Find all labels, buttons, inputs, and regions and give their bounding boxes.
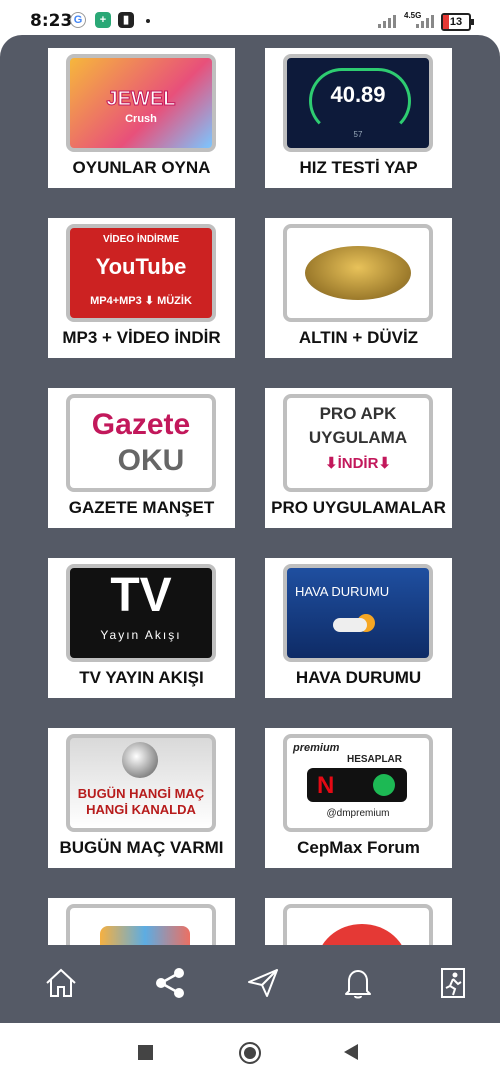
tile-label: HIZ TESTİ YAP xyxy=(299,158,418,177)
thumb-title: VİDEO İNDİRME xyxy=(102,234,180,245)
system-home-button[interactable] xyxy=(239,1042,261,1064)
speed-value: 40.89 xyxy=(330,82,386,107)
tile-label: MP3 + VİDEO İNDİR xyxy=(62,328,221,347)
tile-label: CepMax Forum xyxy=(297,838,420,857)
tv-thumbnail: TV Yayın Akışı xyxy=(66,564,216,662)
tile-hava-durumu[interactable]: HAVA DURUMU HAVA DURUMU xyxy=(265,558,452,698)
tile-partial-right[interactable] xyxy=(265,898,452,945)
tile-label: HAVA DURUMU xyxy=(295,668,422,687)
speedometer-thumbnail: 40.89 57 xyxy=(283,54,433,152)
bottom-nav xyxy=(0,945,500,1023)
tile-cepmax-forum[interactable]: premium HESAPLAR @dmpremium CepMax Forum xyxy=(265,728,452,868)
thumb-subtitle: Yayın Akışı xyxy=(100,628,182,642)
thumb-title: PRO APK xyxy=(319,404,397,423)
thumbnail-art xyxy=(100,926,190,945)
thumb-title: TV xyxy=(110,569,172,622)
thumb-handle: @dmpremium xyxy=(326,808,390,819)
tile-bugun-mac[interactable]: BUGÜN HANGİ MAÇ HANGİ KANALDA BUGÜN MAÇ … xyxy=(48,728,235,868)
thumb-title: premium xyxy=(293,742,340,754)
thumb-subtitle: UYGULAMA xyxy=(308,428,408,447)
thumb-title: Gazete xyxy=(91,408,191,441)
tile-label: GAZETE MANŞET xyxy=(68,498,215,517)
tile-label: TV YAYIN AKIŞI xyxy=(79,668,204,687)
youtube-logo: YouTube xyxy=(95,254,187,279)
tile-label: BUGÜN MAÇ VARMI xyxy=(59,838,224,857)
coins-image xyxy=(305,246,411,300)
google-icon: G xyxy=(70,12,86,28)
signal-icon xyxy=(378,14,400,28)
partial-thumbnail xyxy=(66,904,216,945)
tile-grid: JEWEL Crush OYUNLAR OYNA 40.89 57 HIZ TE… xyxy=(0,35,500,945)
tile-label: ALTIN + DÜVİZ xyxy=(298,328,419,347)
exit-button[interactable] xyxy=(436,965,472,1001)
tile-altin-doviz[interactable]: ALTIN + DÜVİZ xyxy=(265,218,452,358)
recent-apps-button[interactable] xyxy=(138,1045,153,1060)
thumb-subtitle: MP4+MP3 ⬇ MÜZİK xyxy=(90,295,192,307)
share-button[interactable] xyxy=(152,965,188,1001)
cloud-icon xyxy=(333,618,367,632)
tile-label: OYUNLAR OYNA xyxy=(72,158,211,177)
streaming-logos xyxy=(307,768,407,802)
system-nav-bar xyxy=(0,1023,500,1083)
gold-coins-thumbnail xyxy=(283,224,433,322)
tile-hiz-testi[interactable]: 40.89 57 HIZ TESTİ YAP xyxy=(265,48,452,188)
football-thumbnail: BUGÜN HANGİ MAÇ HANGİ KANALDA xyxy=(66,734,216,832)
pro-apk-thumbnail: PRO APK UYGULAMA ⬇İNDİR⬇ xyxy=(283,394,433,492)
bell-icon xyxy=(345,970,371,999)
thumb-subtitle: OKU xyxy=(117,444,185,477)
status-time: 8:23 xyxy=(30,11,73,31)
battery-icon: 13 xyxy=(441,13,474,31)
exit-icon xyxy=(441,968,465,998)
thumb-download: ⬇İNDİR⬇ xyxy=(325,455,391,472)
notifications-button[interactable] xyxy=(340,965,376,1001)
status-bar: 8:23 G + ▮ 4.5G 13 xyxy=(0,0,500,40)
thumb-title: HAVA DURUMU xyxy=(295,584,390,599)
sd-card-icon: ▮ xyxy=(118,12,134,28)
jewel-crush-thumbnail: JEWEL Crush xyxy=(66,54,216,152)
home-button[interactable] xyxy=(43,965,79,1001)
premium-accounts-thumbnail: premium HESAPLAR @dmpremium xyxy=(283,734,433,832)
thumb-title: BUGÜN HANGİ MAÇ xyxy=(77,786,205,801)
main-panel: JEWEL Crush OYUNLAR OYNA 40.89 57 HIZ TE… xyxy=(0,35,500,1023)
more-notifications-icon xyxy=(146,19,150,23)
battery-level: 13 xyxy=(449,16,463,28)
tile-gazete[interactable]: Gazete OKU GAZETE MANŞET xyxy=(48,388,235,528)
send-icon xyxy=(248,969,278,997)
ping-value: 57 xyxy=(353,130,363,139)
partial-thumbnail xyxy=(283,904,433,945)
thumbnail-art xyxy=(317,924,407,945)
signal-icon-2 xyxy=(416,14,438,28)
share-icon xyxy=(156,968,184,998)
football-icon xyxy=(122,742,158,778)
tile-tv-yayin[interactable]: TV Yayın Akışı TV YAYIN AKIŞI xyxy=(48,558,235,698)
send-button[interactable] xyxy=(245,965,281,1001)
thumb-subtitle: HESAPLAR xyxy=(347,754,403,765)
youtube-thumbnail: VİDEO İNDİRME YouTube MP4+MP3 ⬇ MÜZİK xyxy=(66,224,216,322)
back-button[interactable] xyxy=(344,1044,358,1060)
tile-partial-left[interactable] xyxy=(48,898,235,945)
weather-thumbnail: HAVA DURUMU xyxy=(283,564,433,662)
tile-label: PRO UYGULAMALAR xyxy=(271,498,446,517)
tile-mp3-video[interactable]: VİDEO İNDİRME YouTube MP4+MP3 ⬇ MÜZİK MP… xyxy=(48,218,235,358)
thumb-subtitle: Crush xyxy=(125,113,157,125)
tile-oyunlar[interactable]: JEWEL Crush OYUNLAR OYNA xyxy=(48,48,235,188)
thumb-subtitle: HANGİ KANALDA xyxy=(86,802,196,817)
tile-pro-uygulamalar[interactable]: PRO APK UYGULAMA ⬇İNDİR⬇ PRO UYGULAMALAR xyxy=(265,388,452,528)
thumb-title: JEWEL xyxy=(106,88,176,111)
gazete-thumbnail: Gazete OKU xyxy=(66,394,216,492)
home-icon xyxy=(46,968,76,997)
shield-icon: + xyxy=(95,12,111,28)
